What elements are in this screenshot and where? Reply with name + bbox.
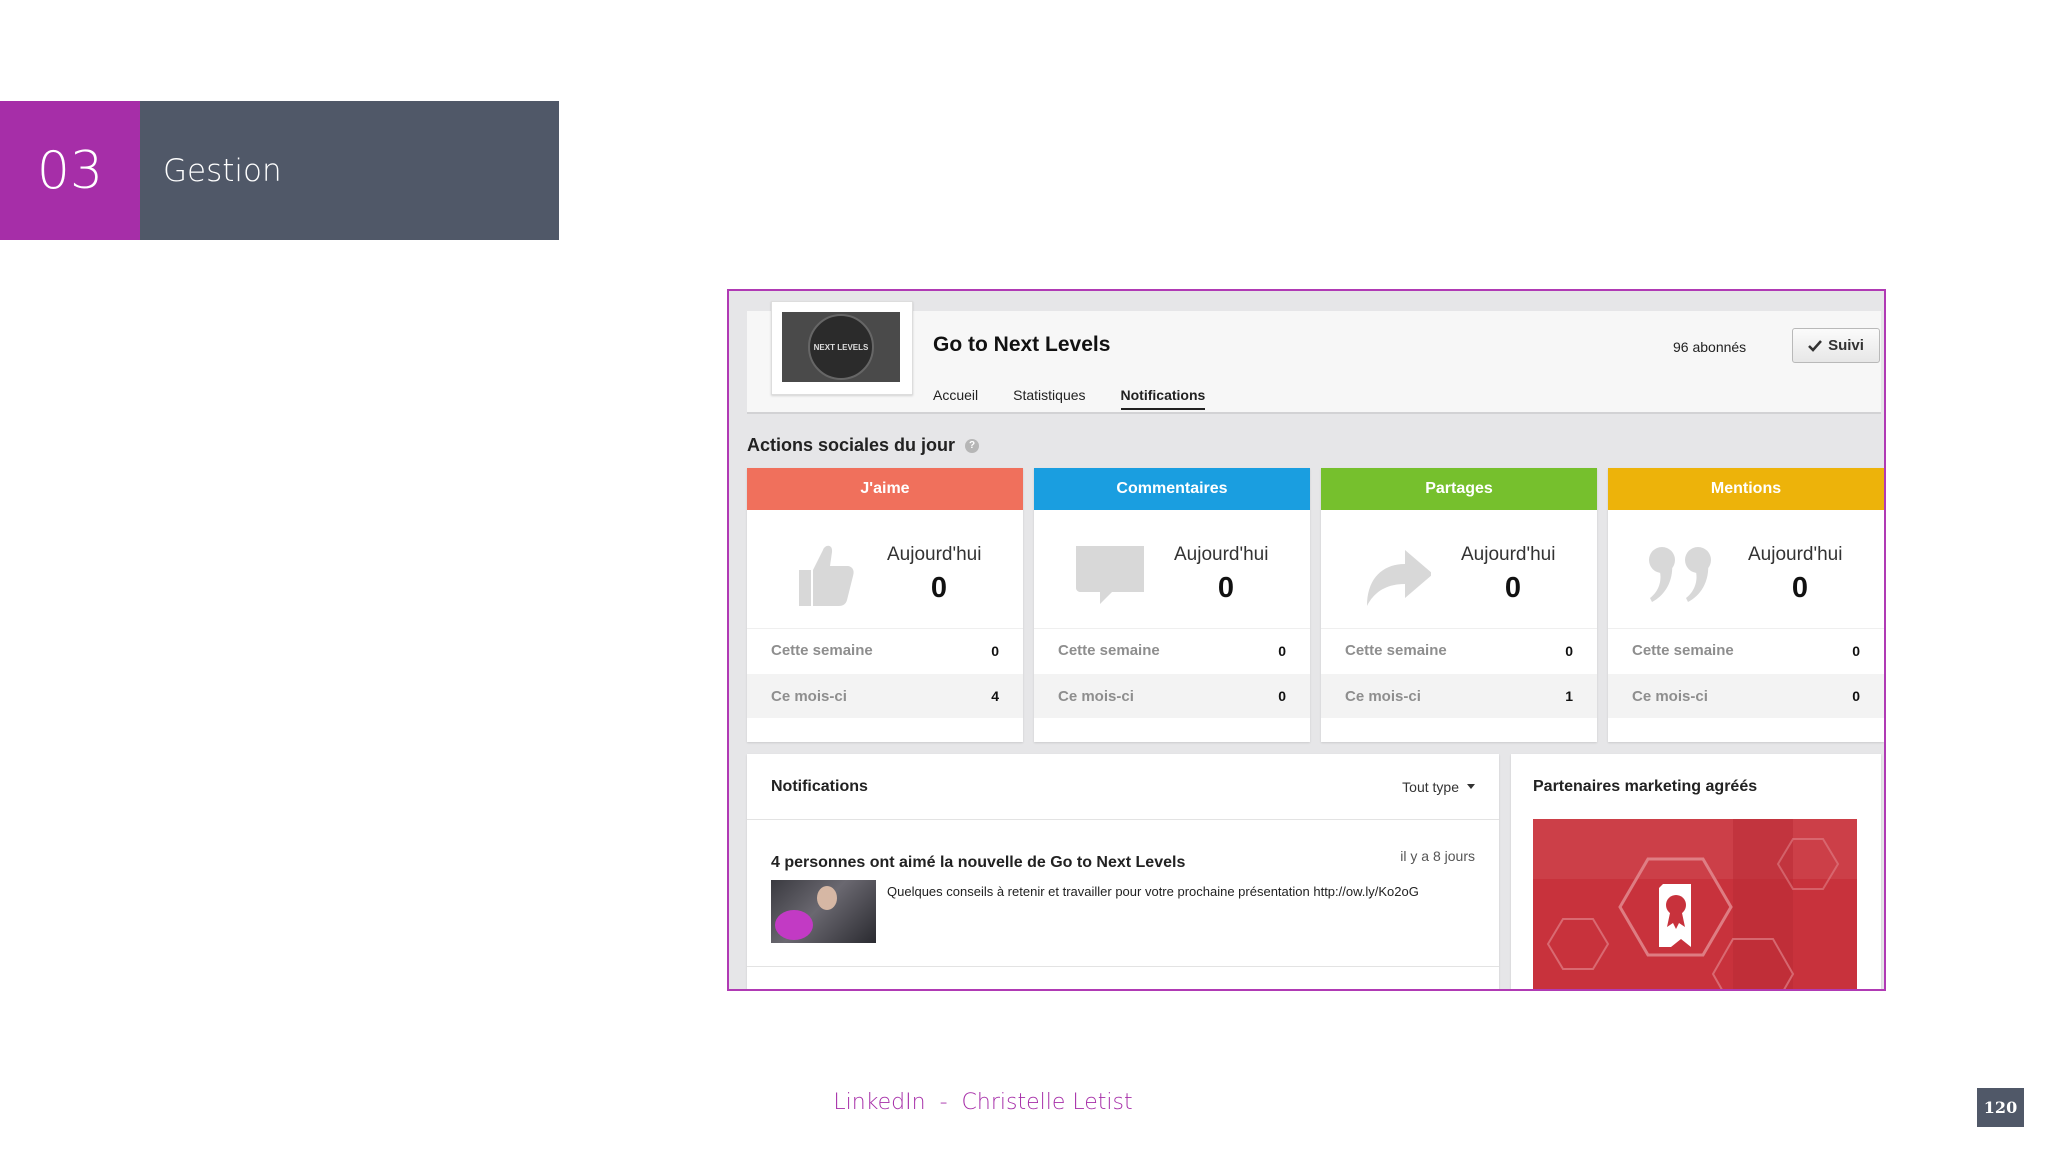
week-value: 0 [1278,642,1286,659]
tab-notifications[interactable]: Notifications [1120,387,1206,410]
card-header: Commentaires [1034,468,1310,510]
week-label: Cette semaine [1345,642,1447,659]
month-value: 0 [1852,688,1860,704]
followers-count: 96 abonnés [1673,339,1747,355]
today-label: Aujourd'hui [1748,544,1843,565]
notifications-panel: Notifications Tout type 4 personnes ont … [747,754,1499,989]
month-row: Ce mois-ci 1 [1321,674,1597,718]
notifications-title: Notifications [771,777,868,795]
notification-title[interactable]: 4 personnes ont aimé la nouvelle de Go t… [771,854,1185,872]
help-icon[interactable]: ? [965,438,980,453]
card-header: J'aime [747,468,1023,510]
notification-type-filter[interactable]: Tout type [1402,779,1475,795]
social-actions-title: Actions sociales du jour [747,435,956,455]
section-title: Gestion [140,101,559,240]
partners-title: Partenaires marketing agréés [1533,778,1758,795]
month-row: Ce mois-ci 4 [747,674,1023,718]
month-label: Ce mois-ci [771,687,847,705]
week-value: 0 [1565,642,1573,659]
section-number: 03 [0,101,140,240]
today-label: Aujourd'hui [1461,544,1556,565]
week-value: 0 [991,642,999,659]
quote-icon [1649,547,1711,602]
divider [747,966,1499,967]
footer-author: Christelle Letist [961,1090,1133,1115]
month-value: 0 [1278,688,1286,704]
week-row: Cette semaine 0 [1608,628,1884,672]
card-header: Mentions [1608,468,1884,510]
today-value: 0 [1504,572,1522,604]
tab-accueil[interactable]: Accueil [933,387,978,410]
share-icon [1367,550,1431,606]
logo-mark: NEXT LEVELS [808,314,874,380]
today-value: 0 [1791,572,1809,604]
mentions-card: Mentions Aujourd'hui 0 Cette semaine 0 C… [1608,468,1884,742]
month-row: Ce mois-ci 0 [1034,674,1310,718]
social-actions-heading: Actions sociales du jour ? [747,435,980,456]
likes-card: J'aime Aujourd'hui 0 Cette semaine 0 Ce … [747,468,1023,742]
caret-down-icon [1467,784,1475,789]
follow-button[interactable]: Suivi [1792,328,1880,363]
today-value: 0 [1217,572,1235,604]
company-header: NEXT LEVELS Go to Next Levels 96 abonnés… [747,301,1881,414]
partners-panel: Partenaires marketing agréés [1511,754,1881,991]
week-row: Cette semaine 0 [1321,628,1597,672]
month-label: Ce mois-ci [1058,687,1134,705]
company-tabs: Accueil Statistiques Notifications [933,387,1206,410]
week-row: Cette semaine 0 [1034,628,1310,672]
certified-badge-icon[interactable] [1533,819,1857,991]
shares-card: Partages Aujourd'hui 0 Cette semaine 0 C… [1321,468,1597,742]
filter-label: Tout type [1402,778,1459,795]
card-header: Partages [1321,468,1597,510]
month-value: 1 [1565,688,1573,704]
today-label: Aujourd'hui [887,544,982,565]
footer-left: LinkedIn [833,1090,926,1115]
section-title-text: Gestion [163,152,282,189]
month-label: Ce mois-ci [1632,687,1708,705]
week-label: Cette semaine [1058,642,1160,659]
notification-thumbnail[interactable] [771,880,876,943]
week-value: 0 [1852,642,1860,659]
month-row: Ce mois-ci 0 [1608,674,1884,718]
company-name[interactable]: Go to Next Levels [933,333,1110,357]
notification-item[interactable]: 4 personnes ont aimé la nouvelle de Go t… [771,846,1475,956]
company-logo[interactable]: NEXT LEVELS [771,301,913,395]
comments-card: Commentaires Aujourd'hui 0 Cette semaine… [1034,468,1310,742]
week-label: Cette semaine [1632,642,1734,659]
checkmark-icon [1808,339,1822,352]
today-label: Aujourd'hui [1174,544,1269,565]
follow-button-label: Suivi [1828,337,1864,354]
thumbs-up-icon [799,545,854,606]
notifications-header: Notifications Tout type [747,754,1499,820]
tab-statistiques[interactable]: Statistiques [1013,387,1085,410]
page-number: 120 [1977,1088,2024,1127]
notification-text[interactable]: Quelques conseils à retenir et travaille… [887,884,1419,899]
comment-icon [1076,546,1144,604]
slide-footer: LinkedIn - Christelle Letist [0,1090,2048,1115]
linkedin-screenshot: NEXT LEVELS Go to Next Levels 96 abonnés… [727,289,1886,991]
today-value: 0 [930,572,948,604]
notification-time: il y a 8 jours [1400,848,1475,864]
week-row: Cette semaine 0 [747,628,1023,672]
month-value: 4 [991,688,999,704]
month-label: Ce mois-ci [1345,687,1421,705]
footer-separator: - [939,1090,948,1115]
week-label: Cette semaine [771,642,873,659]
